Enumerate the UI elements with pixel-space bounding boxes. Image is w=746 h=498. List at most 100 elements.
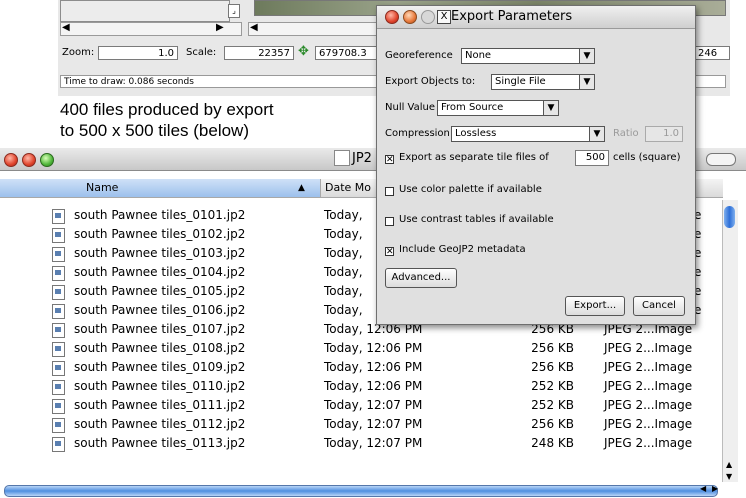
jp2-file-icon xyxy=(52,437,65,452)
h-scroll-right-arrow-icon[interactable]: ▶ xyxy=(712,484,718,493)
file-size: 248 KB xyxy=(531,436,574,450)
file-date: Today, xyxy=(324,227,363,241)
scale-label: Scale: xyxy=(186,47,217,58)
georeference-label: Georeference xyxy=(385,50,453,61)
file-size: 252 KB xyxy=(531,379,574,393)
contrast-tables-checkbox[interactable] xyxy=(385,217,394,226)
export-objects-select[interactable]: Single File ▼ xyxy=(491,74,595,90)
compression-select[interactable]: Lossless ▼ xyxy=(451,126,605,142)
file-date: Today, 12:06 PM xyxy=(324,341,423,355)
file-date: Today, 12:07 PM xyxy=(324,436,423,450)
geojp2-checkbox[interactable]: ✕ xyxy=(385,247,394,257)
file-size: 256 KB xyxy=(531,417,574,431)
export-parameters-dialog: X Export Parameters Georeference None ▼ … xyxy=(376,5,696,325)
horizontal-scroll-thumb[interactable] xyxy=(4,485,718,497)
file-date: Today, 12:06 PM xyxy=(324,379,423,393)
export-objects-value: Single File xyxy=(495,76,546,87)
scroll-down-arrow-icon[interactable]: ▼ xyxy=(726,472,732,481)
compression-value: Lossless xyxy=(455,128,497,139)
export-objects-label: Export Objects to: xyxy=(385,76,476,87)
georeference-value: None xyxy=(465,50,492,61)
separate-tiles-label: Export as separate tile files of xyxy=(399,152,549,163)
date-header-label: Date Mo xyxy=(325,181,372,194)
dialog-close-icon[interactable] xyxy=(385,10,399,24)
finder-title: JP2 xyxy=(352,151,372,166)
jp2-file-icon xyxy=(52,266,65,281)
toolbar-toggle-button[interactable] xyxy=(706,153,736,166)
name-header-label: Name xyxy=(86,181,119,194)
tile-cells-field[interactable]: 500 xyxy=(575,150,609,166)
export-button[interactable]: Export... xyxy=(565,296,625,316)
file-name: south Pawnee tiles_0103.jp2 xyxy=(74,246,246,260)
vertical-scroll-thumb[interactable] xyxy=(724,206,735,228)
dropdown-arrow-icon: ▼ xyxy=(579,75,594,89)
table-row[interactable]: south Pawnee tiles_0111.jp2 Today, 12:07 … xyxy=(0,396,722,415)
table-row[interactable]: south Pawnee tiles_0110.jp2 Today, 12:06 … xyxy=(0,377,722,396)
jp2-file-icon xyxy=(52,342,65,357)
file-date: Today, xyxy=(324,246,363,260)
file-kind: JPEG 2...Image xyxy=(604,417,693,431)
file-kind: JPEG 2...Image xyxy=(604,398,693,412)
contrast-tables-label: Use contrast tables if available xyxy=(399,214,554,225)
jp2-file-icon xyxy=(52,247,65,262)
scroll-left-arrow-icon[interactable]: ◀ xyxy=(62,22,70,33)
file-name: south Pawnee tiles_0113.jp2 xyxy=(74,436,246,450)
scroll-up-arrow-icon[interactable]: ▲ xyxy=(726,460,732,469)
advanced-button[interactable]: Advanced... xyxy=(385,268,457,288)
compression-label: Compression xyxy=(385,128,450,139)
folder-icon xyxy=(334,150,350,166)
left-hscroll[interactable] xyxy=(60,22,242,36)
crosshair-icon[interactable]: ✥ xyxy=(298,44,309,59)
h-scroll-left-arrow-icon[interactable]: ◀ xyxy=(700,484,706,493)
null-value-select[interactable]: From Source ▼ xyxy=(437,100,559,116)
zoom-icon[interactable] xyxy=(40,153,54,167)
vertical-scrollbar[interactable] xyxy=(722,200,738,482)
close-icon[interactable] xyxy=(4,153,18,167)
table-row[interactable]: south Pawnee tiles_0112.jp2 Today, 12:07 … xyxy=(0,415,722,434)
file-date: Today, 12:07 PM xyxy=(324,398,423,412)
coordinate-field[interactable]: 679708.3 xyxy=(315,46,385,60)
file-date: Today, xyxy=(324,284,363,298)
ratio-field[interactable]: 1.0 xyxy=(645,126,683,142)
file-date: Today, xyxy=(324,303,363,317)
separate-tiles-checkbox[interactable]: ✕ xyxy=(385,155,394,165)
minimize-icon[interactable] xyxy=(22,153,36,167)
cancel-button[interactable]: Cancel xyxy=(633,296,685,316)
right-value-field[interactable]: 246 xyxy=(694,46,730,60)
file-name: south Pawnee tiles_0112.jp2 xyxy=(74,417,246,431)
file-date: Today, xyxy=(324,265,363,279)
zoom-field[interactable]: 1.0 xyxy=(98,46,178,60)
file-name: south Pawnee tiles_0109.jp2 xyxy=(74,360,246,374)
resize-icon[interactable]: ⌟ xyxy=(228,4,240,18)
file-kind: JPEG 2...Image xyxy=(604,379,693,393)
color-palette-checkbox[interactable] xyxy=(385,187,394,196)
georeference-select[interactable]: None ▼ xyxy=(461,48,595,64)
map-scroll-left-arrow-icon[interactable]: ◀ xyxy=(250,22,258,33)
scale-field[interactable]: 22357 xyxy=(224,46,294,60)
dialog-titlebar: X Export Parameters xyxy=(377,6,695,29)
file-name: south Pawnee tiles_0111.jp2 xyxy=(74,398,246,412)
null-value-value: From Source xyxy=(441,102,504,113)
caption-line-2: to 500 x 500 tiles (below) xyxy=(60,121,249,140)
file-name: south Pawnee tiles_0105.jp2 xyxy=(74,284,246,298)
jp2-file-icon xyxy=(52,228,65,243)
jp2-file-icon xyxy=(52,380,65,395)
cells-square-label: cells (square) xyxy=(613,152,681,163)
table-row[interactable]: south Pawnee tiles_0109.jp2 Today, 12:06 … xyxy=(0,358,722,377)
file-size: 252 KB xyxy=(531,398,574,412)
jp2-file-icon xyxy=(52,209,65,224)
file-name: south Pawnee tiles_0101.jp2 xyxy=(74,208,246,222)
jp2-file-icon xyxy=(52,285,65,300)
table-row[interactable]: south Pawnee tiles_0113.jp2 Today, 12:07 … xyxy=(0,434,722,453)
left-pane xyxy=(60,0,230,22)
name-column-header[interactable]: Name ▲ xyxy=(0,179,320,198)
scroll-right-arrow-icon[interactable]: ▶ xyxy=(216,22,224,33)
file-kind: JPEG 2...Image xyxy=(604,360,693,374)
table-row[interactable]: south Pawnee tiles_0108.jp2 Today, 12:06 … xyxy=(0,339,722,358)
file-name: south Pawnee tiles_0108.jp2 xyxy=(74,341,246,355)
dialog-minimize-icon[interactable] xyxy=(403,10,417,24)
dropdown-arrow-icon: ▼ xyxy=(579,49,594,63)
file-date: Today, 12:07 PM xyxy=(324,417,423,431)
zoom-label: Zoom: xyxy=(62,47,95,58)
dialog-zoom-icon[interactable] xyxy=(421,10,435,24)
